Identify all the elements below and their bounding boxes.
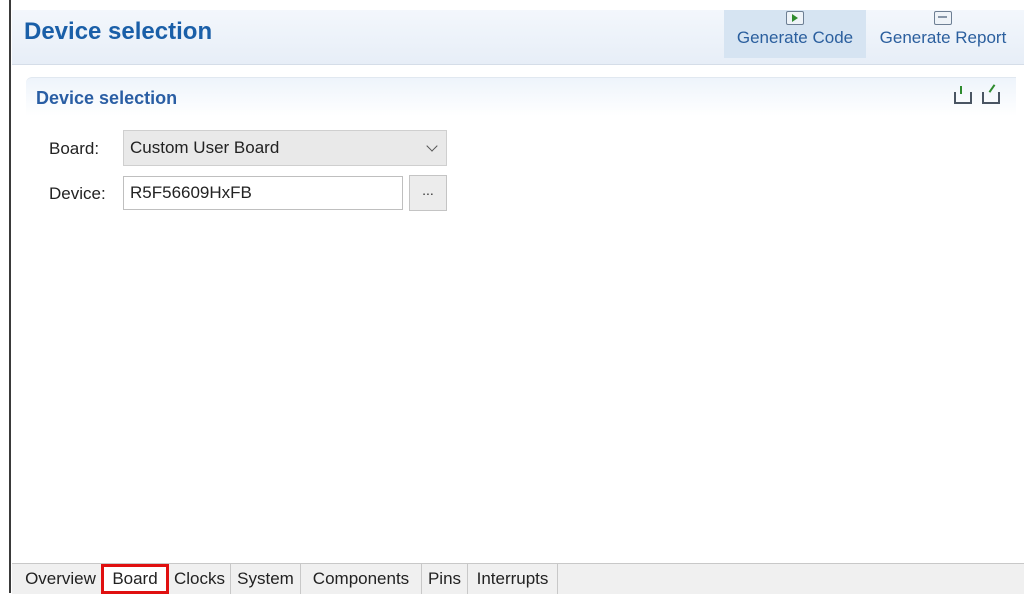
device-field[interactable]: R5F56609HxFB (123, 176, 403, 210)
tab-overview[interactable]: Overview (20, 564, 102, 594)
tab-components[interactable]: Components (301, 564, 422, 594)
board-select-value: Custom User Board (130, 138, 280, 157)
generate-report-label: Generate Report (879, 28, 1007, 47)
generate-code-button[interactable]: Generate Code (724, 10, 866, 58)
export-icon[interactable] (982, 92, 1000, 104)
tab-clocks[interactable]: Clocks (169, 564, 231, 594)
tab-board[interactable]: Board (101, 564, 169, 594)
page-header: Device selection Generate Code Generate … (12, 10, 1024, 65)
device-label: Device: (49, 184, 106, 203)
generate-report-button[interactable]: Generate Report (870, 10, 1016, 58)
page-title: Device selection (24, 18, 213, 45)
generate-report-icon (934, 11, 952, 25)
editor-left-border (9, 0, 11, 593)
tab-interrupts[interactable]: Interrupts (468, 564, 558, 594)
editor-tab-bar: Overview Board Clocks System Components … (12, 563, 1024, 594)
browse-device-button[interactable]: ... (409, 175, 447, 211)
chevron-down-icon (426, 140, 438, 152)
tab-system[interactable]: System (231, 564, 301, 594)
section-title: Device selection (36, 88, 178, 108)
tab-pins[interactable]: Pins (422, 564, 468, 594)
board-label: Board: (49, 139, 100, 158)
import-icon[interactable] (954, 86, 972, 104)
generate-code-icon (786, 11, 804, 25)
board-select[interactable]: Custom User Board (123, 130, 447, 166)
generate-code-label: Generate Code (736, 28, 854, 47)
device-selection-section: Device selection (26, 77, 1016, 116)
